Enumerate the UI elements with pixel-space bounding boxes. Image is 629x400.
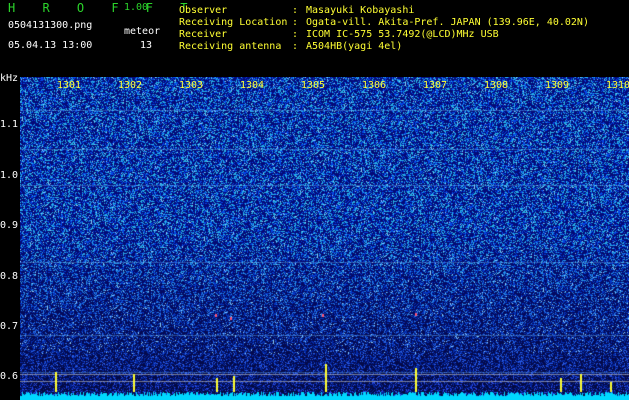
spectrogram-plot: 1301 1302 1303 1304 1305 1306 1307 1308 1309 1310 xyxy=(20,77,629,400)
info-label-observer: Observer xyxy=(179,5,228,16)
x-tick-label: 1305 xyxy=(301,80,326,91)
info-label-location: Receiving Location xyxy=(179,17,288,28)
x-tick-label: 1301 xyxy=(57,80,82,91)
y-axis-unit: kHz xyxy=(0,73,19,84)
info-separator: : xyxy=(292,5,299,16)
x-tick-label: 1304 xyxy=(240,80,265,91)
x-tick-label: 1306 xyxy=(362,80,387,91)
app-title: H R O F F T xyxy=(8,1,198,15)
info-separator: : xyxy=(292,17,299,28)
y-tick-label: 0.6 xyxy=(0,371,19,382)
app-version: 1.00 xyxy=(124,2,149,13)
info-value-antenna: A504HB(yagi 4el) xyxy=(306,41,403,52)
x-tick-label: 1303 xyxy=(179,80,204,91)
y-tick-label: 0.9 xyxy=(0,220,19,231)
x-tick-label: 1302 xyxy=(118,80,143,91)
info-value-receiver: ICOM IC-575 53.7492(@LCD)MHz USB xyxy=(306,29,499,40)
info-separator: : xyxy=(292,41,299,52)
x-tick-label: 1308 xyxy=(484,80,509,91)
y-tick-label: 0.7 xyxy=(0,321,19,332)
y-tick-label: 1.0 xyxy=(0,170,19,181)
info-value-observer: Masayuki Kobayashi xyxy=(306,5,415,16)
info-separator: : xyxy=(292,29,299,40)
y-tick-label: 0.8 xyxy=(0,271,19,282)
x-tick-label: 1307 xyxy=(423,80,448,91)
x-tick-label: 1310 xyxy=(606,80,629,91)
spectrogram-canvas xyxy=(20,77,629,400)
info-label-antenna: Receiving antenna xyxy=(179,41,282,52)
meteor-label: meteor xyxy=(124,26,161,37)
meteor-count: 13 xyxy=(140,40,153,51)
y-tick-label: 1.1 xyxy=(0,119,19,130)
info-value-location: Ogata-vill. Akita-Pref. JAPAN (139.96E, … xyxy=(306,17,589,28)
x-tick-label: 1309 xyxy=(545,80,570,91)
filename: 0504131300.png xyxy=(8,20,93,31)
info-label-receiver: Receiver xyxy=(179,29,228,40)
datetime: 05.04.13 13:00 xyxy=(8,40,93,51)
